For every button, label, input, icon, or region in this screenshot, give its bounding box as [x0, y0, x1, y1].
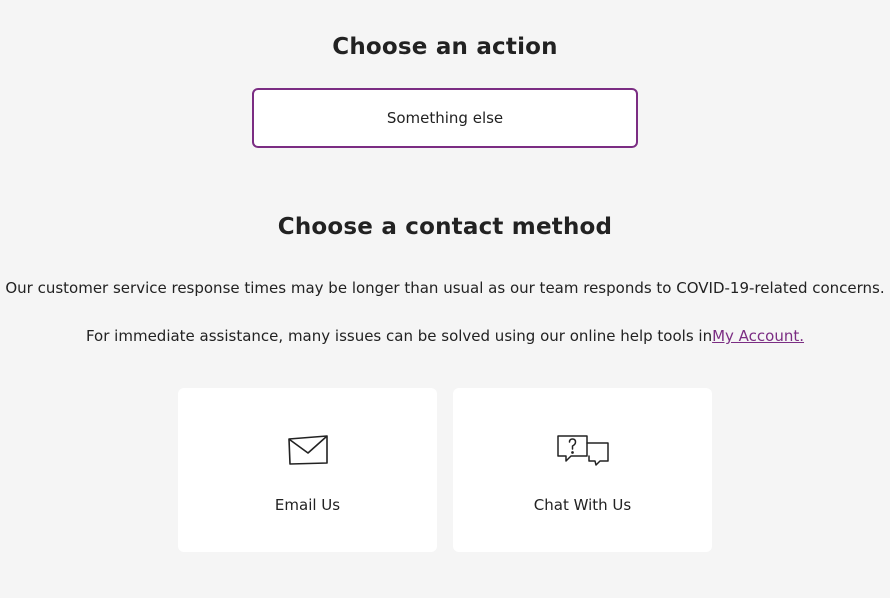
action-option-something-else[interactable]: Something else	[252, 88, 638, 148]
help-tools-text: For immediate assistance, many issues ca…	[85, 327, 713, 345]
email-us-card[interactable]: Email Us	[178, 388, 437, 552]
choose-contact-method-heading: Choose a contact method	[277, 214, 613, 240]
covid-notice: Our customer service response times may …	[5, 279, 885, 297]
chat-bubbles-icon	[453, 432, 712, 468]
email-us-label: Email Us	[274, 496, 341, 514]
help-tools-notice: For immediate assistance, many issues ca…	[0, 327, 890, 345]
my-account-link[interactable]: My Account.	[712, 327, 804, 345]
chat-with-us-label: Chat With Us	[533, 496, 632, 514]
chat-with-us-card[interactable]: Chat With Us	[453, 388, 712, 552]
envelope-icon	[178, 432, 437, 468]
contact-page: Choose an action Something else Choose a…	[0, 0, 890, 598]
choose-action-heading: Choose an action	[332, 34, 558, 60]
action-option-label: Something else	[386, 109, 504, 127]
